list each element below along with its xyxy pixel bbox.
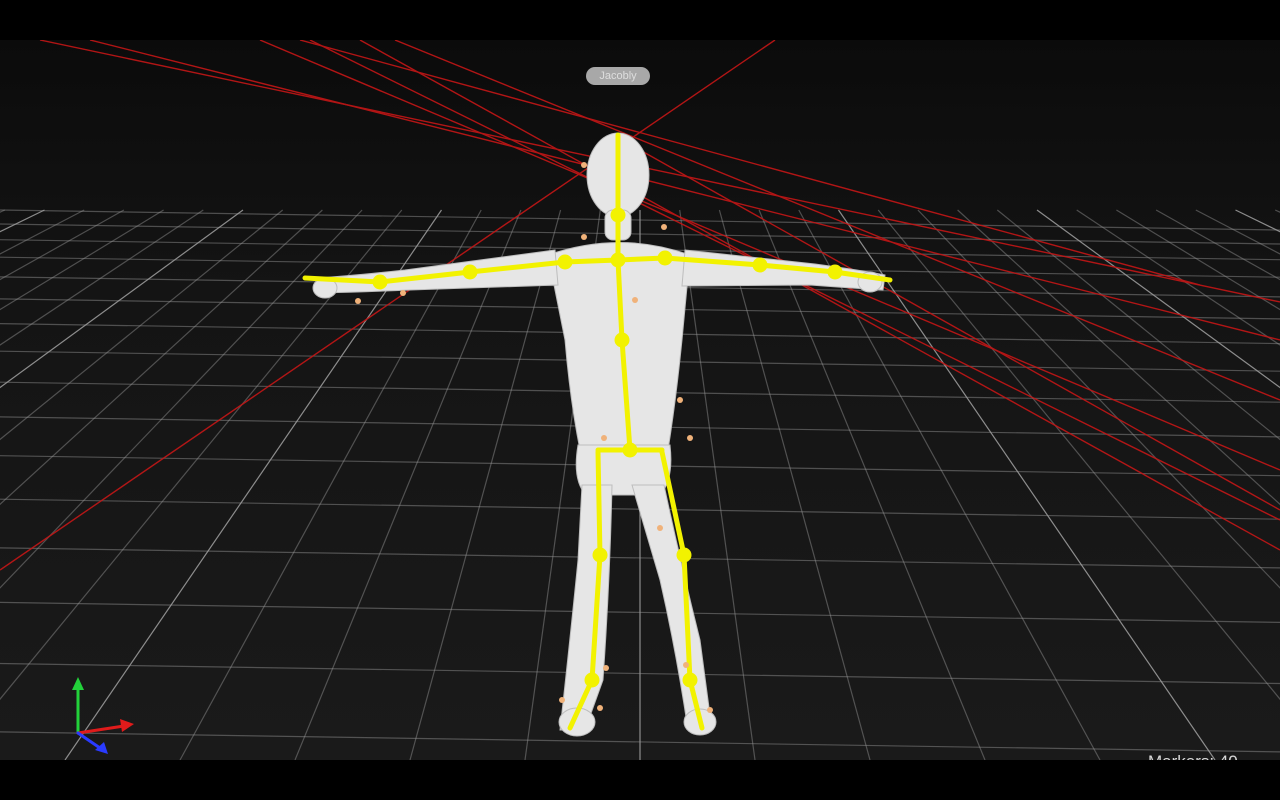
grid-line — [0, 209, 284, 441]
grid-line — [0, 209, 45, 233]
grid-line — [1116, 209, 1280, 311]
joint — [610, 252, 626, 268]
marker — [603, 665, 609, 671]
actor-name-tag[interactable]: Jacobly — [586, 67, 650, 85]
grid-line — [0, 209, 6, 213]
joint — [372, 274, 388, 290]
camera-ray — [259, 40, 1280, 471]
marker — [400, 290, 406, 296]
marker — [601, 435, 607, 441]
joint — [622, 442, 638, 458]
marker — [581, 162, 587, 168]
joint — [610, 207, 626, 223]
motion-capture-screen: Jacobly Markers: 40 — [0, 0, 1280, 800]
grid-line — [0, 209, 204, 346]
marker — [683, 662, 689, 668]
right-arm — [681, 249, 886, 291]
grid-line — [409, 209, 562, 760]
marker-count-readout: Markers: 40 — [1148, 752, 1238, 760]
marker — [632, 297, 638, 303]
right-leg — [631, 484, 713, 731]
joint — [827, 264, 843, 280]
grid-line — [0, 209, 323, 506]
marker — [687, 435, 693, 441]
grid-line — [64, 209, 442, 760]
joint — [462, 264, 478, 280]
grid-line — [798, 209, 1101, 760]
joint — [676, 547, 692, 563]
marker — [707, 707, 713, 713]
joint — [752, 257, 768, 273]
bone — [562, 257, 621, 265]
left-arm — [317, 249, 559, 294]
joint — [584, 672, 600, 688]
joint — [557, 254, 573, 270]
grid-line — [718, 209, 871, 760]
marker — [597, 705, 603, 711]
camera-ray — [639, 149, 1280, 511]
camera-ray — [394, 40, 1280, 401]
marker — [355, 298, 361, 304]
grid-line — [877, 209, 1280, 701]
camera-ray — [299, 40, 1201, 286]
grid-line — [1235, 209, 1280, 233]
letterbox-bottom — [0, 760, 1280, 800]
joint — [657, 250, 673, 266]
grid-line — [1076, 209, 1280, 346]
joint — [682, 672, 698, 688]
grid-line — [1274, 209, 1280, 213]
joint — [614, 332, 630, 348]
marker — [677, 397, 683, 403]
grid-line — [1155, 209, 1280, 281]
marker — [661, 224, 667, 230]
bone — [595, 449, 603, 558]
grid-line — [0, 209, 85, 255]
marker — [581, 234, 587, 240]
xyz-axis-gizmo-icon — [72, 677, 134, 754]
viewport-scene — [0, 40, 1280, 760]
letterbox-top — [0, 0, 1280, 40]
marker — [559, 697, 565, 703]
marker — [657, 525, 663, 531]
grid-line — [0, 209, 164, 311]
joint — [592, 547, 608, 563]
3d-viewport[interactable]: Jacobly Markers: 40 — [0, 40, 1280, 760]
grid-line — [0, 209, 125, 281]
